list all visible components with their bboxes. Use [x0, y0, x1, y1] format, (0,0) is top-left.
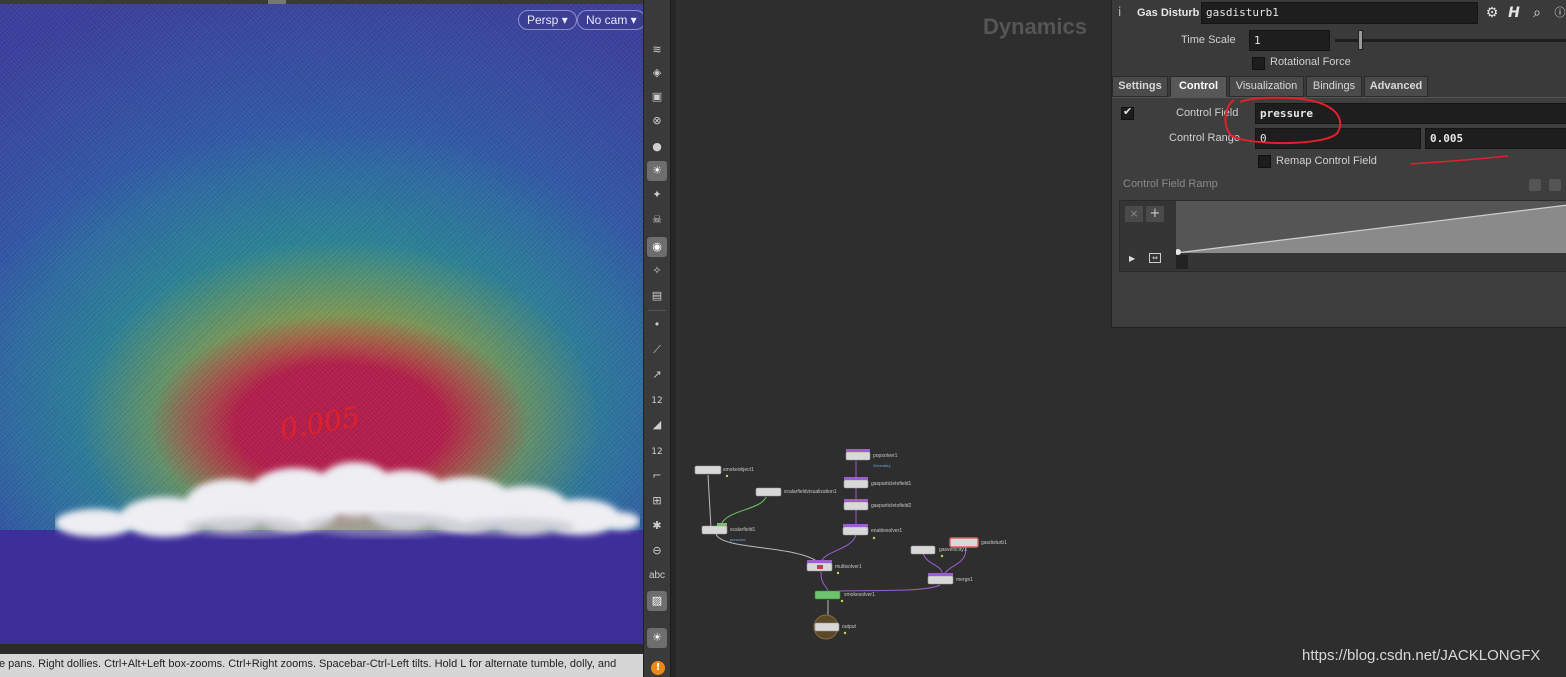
viewport-display-toolbar: ≋ ◈ ▣ ⊗ ● ☀ ✦ ☠ ◉ ✧ ▤ • ⟋ ↗ 12 ◢ 12 ⌐ ⊞ … — [643, 0, 670, 677]
svg-text:0.005: 0.005 — [278, 400, 362, 445]
toolbar-prim-icon[interactable]: ◢ — [647, 415, 667, 435]
node-name-field[interactable]: gasdisturb1 — [1201, 2, 1478, 24]
time-scale-slider-handle[interactable] — [1358, 30, 1363, 50]
houdini-window: 0.005 Persp ▾ No cam ▾ e pans. Right dol… — [0, 0, 1566, 677]
svg-text:smokeobject1: smokeobject1 — [723, 467, 754, 473]
node-smokesolver1[interactable]: smokesolver1 — [814, 590, 875, 603]
watermark-text: https://blog.csdn.net/JACKLONGFX — [1302, 647, 1541, 664]
toolbar-visibility-icon[interactable]: ◈ — [647, 63, 667, 83]
time-scale-field[interactable]: 1 — [1249, 30, 1330, 51]
node-scalarfield1[interactable]: scalarfield1 pressure — [701, 523, 756, 542]
svg-text:gasparticletofield1: gasparticletofield1 — [871, 481, 912, 487]
ramp-fit-icon[interactable]: ⇔ — [1149, 253, 1161, 263]
ramp-save-icon[interactable] — [1549, 179, 1561, 191]
toolbar-handles-icon[interactable]: ✱ — [647, 516, 667, 536]
node-smokeobject1[interactable]: smokeobject1 — [694, 465, 754, 478]
node-merge1[interactable]: merge1 — [927, 573, 973, 585]
toolbar-uv-icon[interactable]: ⌐ — [647, 466, 667, 486]
node-multisolver1[interactable]: multisolver1 — [806, 560, 862, 575]
svg-text:pressure: pressure — [730, 537, 746, 542]
top-strip-marker — [268, 0, 286, 4]
control-field-checkbox[interactable] — [1121, 105, 1134, 120]
handwritten-annotation: 0.005 — [278, 400, 362, 445]
tab-control[interactable]: Control — [1170, 76, 1227, 97]
node-gasdisturb1[interactable]: gasdisturb1 — [949, 537, 1007, 548]
smoke-cloud — [55, 462, 640, 537]
svg-text:merge1: merge1 — [956, 577, 973, 583]
ramp-add-key-icon[interactable]: + — [1146, 206, 1164, 222]
ramp-delete-key-icon[interactable]: × — [1125, 206, 1143, 222]
svg-text:gasdisturb1: gasdisturb1 — [981, 540, 1007, 546]
status-text: e pans. Right dollies. Ctrl+Alt+Left box… — [0, 658, 617, 670]
toolbar-isolate-icon[interactable]: ⊗ — [647, 111, 667, 131]
toolbar-camera-icon[interactable]: ▤ — [647, 286, 667, 306]
info-icon[interactable]: ⓘ — [1551, 4, 1566, 22]
parameter-pane-empty — [1109, 328, 1566, 677]
toolbar-wireframe-icon[interactable]: ⊖ — [647, 541, 667, 561]
toolbar-vector-icon[interactable]: ↗ — [647, 365, 667, 385]
ramp-widget[interactable]: × + ▶ ⇔ — [1119, 200, 1566, 272]
ramp-expand-icon[interactable]: ▶ — [1129, 254, 1135, 263]
toolbar-background-image-icon[interactable]: ▨ — [647, 591, 667, 611]
viewport-status-bar: e pans. Right dollies. Ctrl+Alt+Left box… — [0, 654, 643, 677]
node-gasparticletofield2[interactable]: gasparticletofield2 — [843, 499, 912, 511]
svg-text:gasvelocity1: gasvelocity1 — [939, 547, 967, 553]
svg-text:popsolver1: popsolver1 — [873, 453, 898, 459]
warning-icon[interactable]: ! — [651, 661, 665, 675]
toolbar-point-number-icon[interactable]: 12 — [647, 390, 667, 410]
toolbar-lightbulb-icon[interactable]: ☀ — [647, 628, 667, 648]
gear-icon[interactable]: ⚙ — [1483, 4, 1501, 22]
toolbar-text-icon[interactable]: abc — [647, 566, 667, 586]
search-icon[interactable]: ⌕ — [1528, 4, 1546, 22]
toolbar-light-bulb-icon[interactable]: ☀ — [647, 161, 667, 181]
control-field-ramp-label: Control Field Ramp — [1123, 178, 1218, 190]
toolbar-headlight-icon[interactable]: ✦ — [647, 185, 667, 205]
node-output[interactable]: output — [813, 614, 857, 640]
houdini-help-icon[interactable]: H — [1505, 4, 1523, 22]
svg-text:Geometry: Geometry — [873, 463, 891, 468]
toolbar-snap-grid-icon[interactable]: ⊞ — [647, 491, 667, 511]
toolbar-display-options-icon[interactable]: ≋ — [647, 40, 667, 60]
svg-text:gasparticletofield2: gasparticletofield2 — [871, 503, 912, 509]
rotational-force-checkbox[interactable] — [1252, 57, 1265, 70]
svg-text:smokesolver1: smokesolver1 — [844, 592, 875, 598]
camera-view-menu[interactable]: Persp ▾ — [518, 10, 577, 30]
node-popsolver1[interactable]: popsolver1 Geometry — [845, 449, 898, 468]
ramp-curve[interactable] — [1176, 201, 1566, 273]
toolbar-skull-icon[interactable]: ☠ — [647, 210, 667, 230]
svg-text:output: output — [842, 624, 857, 630]
svg-text:enablesolver1: enablesolver1 — [871, 528, 902, 534]
node-info-icon[interactable]: i — [1118, 5, 1132, 21]
time-scale-label: Time Scale — [1181, 34, 1236, 46]
tab-settings[interactable]: Settings — [1112, 76, 1168, 97]
scene-viewport[interactable]: 0.005 Persp ▾ No cam ▾ — [0, 0, 643, 644]
node-type-label: Gas Disturb — [1137, 7, 1200, 19]
toolbar-normal-icon[interactable]: ⟋ — [647, 340, 667, 360]
toolbar-shading-sphere-icon[interactable]: ● — [647, 137, 667, 157]
node-enablesolver1[interactable]: enablesolver1 — [842, 524, 902, 540]
toolbar-guide-icon[interactable]: ✧ — [647, 261, 667, 281]
red-markup-strokes — [1224, 96, 1509, 165]
toolbar-lock-icon[interactable]: ▣ — [647, 87, 667, 107]
node-graph[interactable]: smokeobject1 scalarfieldvisualization1 s… — [676, 0, 1109, 677]
toolbar-separator — [648, 310, 666, 311]
network-editor[interactable]: Dynamics smokeobject1 scalarfieldvisuali… — [676, 0, 1109, 677]
toolbar-render-icon[interactable]: ◉ — [647, 237, 667, 257]
svg-text:scalarfieldvisualization1: scalarfieldvisualization1 — [784, 489, 837, 495]
node-scalarfieldvisualization1[interactable]: scalarfieldvisualization1 — [755, 487, 837, 497]
camera-select-menu[interactable]: No cam ▾ — [577, 10, 643, 30]
svg-text:multisolver1: multisolver1 — [835, 564, 862, 570]
ramp-preset-icon[interactable] — [1529, 179, 1541, 191]
viewport-top-strip — [0, 0, 643, 4]
node-gasparticletofield1[interactable]: gasparticletofield1 — [843, 477, 912, 489]
svg-text:scalarfield1: scalarfield1 — [730, 527, 756, 533]
rotational-force-label: Rotational Force — [1270, 56, 1351, 68]
time-scale-slider-track[interactable] — [1335, 39, 1566, 42]
toolbar-prim-number-icon[interactable]: 12 — [647, 441, 667, 461]
toolbar-point-icon[interactable]: • — [647, 315, 667, 335]
